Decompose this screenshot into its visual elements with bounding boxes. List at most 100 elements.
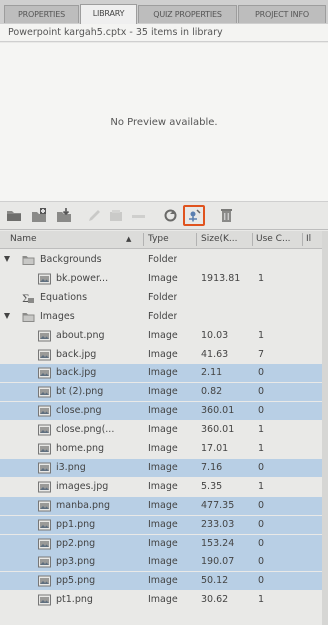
item-name: pp5.png <box>56 575 96 587</box>
item-size: 153.24 <box>201 537 235 549</box>
col-name-header[interactable]: Name <box>10 231 37 248</box>
library-item-row[interactable]: i3.png Image 7.16 0 <box>0 458 328 477</box>
item-size: 233.03 <box>201 518 235 530</box>
item-size: 50.12 <box>201 575 229 587</box>
col-date-header[interactable]: Il <box>306 231 311 248</box>
import-icon[interactable] <box>56 207 73 224</box>
folder-row[interactable]: Images Folder <box>0 308 328 326</box>
item-name: pp3.png <box>56 556 96 568</box>
item-size: 7.16 <box>201 461 223 473</box>
item-size: 10.03 <box>201 329 229 341</box>
image-file-icon <box>38 405 51 417</box>
library-item-row[interactable]: home.png Image 17.01 1 <box>0 440 328 458</box>
usage-icon[interactable] <box>186 207 203 224</box>
item-use-count: 0 <box>258 499 265 511</box>
item-name: bt (2).png <box>56 386 104 398</box>
library-item-row[interactable]: bt (2).png Image 0.82 0 <box>0 383 328 402</box>
item-size: 41.63 <box>201 348 229 360</box>
item-size: 0.82 <box>201 386 223 398</box>
library-item-row[interactable]: pp2.png Image 153.24 0 <box>0 534 328 553</box>
item-name: home.png <box>56 443 105 454</box>
item-use-count: 0 <box>258 386 265 398</box>
item-use-count: 0 <box>258 575 265 587</box>
item-use-count: 0 <box>258 556 265 568</box>
preview-message: No Preview available. <box>110 117 218 128</box>
library-item-row[interactable]: about.png Image 10.03 1 <box>0 327 328 345</box>
new-folder-icon[interactable] <box>31 207 48 224</box>
expand-arrow-icon[interactable] <box>4 312 10 319</box>
folder-icon: Σ <box>22 292 35 304</box>
library-item-row[interactable]: pt1.png Image 30.62 1 <box>0 591 328 609</box>
library-item-row[interactable]: back.jpg Image 2.11 0 <box>0 364 328 383</box>
library-item-row[interactable]: pp1.png Image 233.03 0 <box>0 515 328 534</box>
item-type: Folder <box>148 291 178 303</box>
item-name: images.jpg <box>56 480 109 492</box>
preview-pane: No Preview available. <box>0 43 328 201</box>
item-name: back.jpg <box>56 348 97 360</box>
item-type: Image <box>148 443 178 454</box>
library-item-row[interactable]: close.png(... Image 360.01 1 <box>0 421 328 439</box>
item-use-count: 1 <box>258 443 265 454</box>
item-name: about.png <box>56 329 105 341</box>
item-use-count: 0 <box>258 518 265 530</box>
item-name: Equations <box>40 291 88 303</box>
library-table-header: Name ▲ Type Size(K... Use C... Il <box>0 231 328 249</box>
image-file-icon <box>38 500 51 512</box>
edit-icon[interactable] <box>86 207 103 224</box>
item-size: 17.01 <box>201 443 229 454</box>
folder-row[interactable]: Σ Equations Folder <box>0 289 328 307</box>
item-size: 2.11 <box>201 367 223 379</box>
tab-quiz-properties[interactable]: QUIZ PROPERTIES <box>138 5 237 23</box>
item-type: Image <box>148 480 178 492</box>
item-type: Image <box>148 518 178 530</box>
item-name: pp1.png <box>56 518 96 530</box>
item-name: bk.power... <box>56 272 109 284</box>
item-use-count: 1 <box>258 424 265 436</box>
library-item-row[interactable]: close.png Image 360.01 0 <box>0 402 328 421</box>
library-item-row[interactable]: pp5.png Image 50.12 0 <box>0 572 328 591</box>
library-item-row[interactable]: pp3.png Image 190.07 0 <box>0 553 328 572</box>
library-item-row[interactable]: bk.power... Image 1913.81 1 <box>0 270 328 288</box>
item-use-count: 1 <box>258 594 265 606</box>
library-item-row[interactable]: back.jpg Image 41.63 7 <box>0 346 328 364</box>
library-toolbar <box>0 201 328 230</box>
link-icon[interactable] <box>130 207 147 224</box>
tab-project-info[interactable]: PROJECT INFO <box>238 5 326 23</box>
col-use-count-header[interactable]: Use C... <box>256 231 291 248</box>
tab-properties[interactable]: PROPERTIES <box>4 5 79 23</box>
expand-arrow-icon[interactable] <box>4 256 10 262</box>
item-type: Image <box>148 556 178 568</box>
folder-row[interactable]: Backgrounds Folder <box>0 251 328 269</box>
delete-icon[interactable] <box>218 207 235 224</box>
item-use-count: 1 <box>258 329 265 341</box>
library-item-row[interactable]: images.jpg Image 5.35 1 <box>0 478 328 496</box>
scrollbar[interactable] <box>322 231 328 625</box>
image-file-icon <box>38 556 51 568</box>
image-file-icon <box>38 443 51 455</box>
item-type: Image <box>148 594 178 606</box>
item-name: i3.png <box>56 461 86 473</box>
item-type: Folder <box>148 254 178 265</box>
library-item-list: Backgrounds Folder bk.power... Image 1913.81… <box>0 249 328 625</box>
col-size-header[interactable]: Size(K... <box>201 231 237 248</box>
edit-with-icon[interactable] <box>108 207 125 224</box>
item-use-count: 7 <box>258 348 265 360</box>
item-size: 477.35 <box>201 499 235 511</box>
library-path: Powerpoint kargah5.cptx - 35 items in li… <box>0 24 328 42</box>
item-type: Image <box>148 575 178 587</box>
item-type: Folder <box>148 310 178 322</box>
image-file-icon <box>38 424 51 436</box>
image-file-icon <box>38 519 51 531</box>
item-type: Image <box>148 499 178 511</box>
library-item-row[interactable]: manba.png Image 477.35 0 <box>0 496 328 515</box>
folder-icon <box>22 311 35 323</box>
item-name: Images <box>40 310 75 322</box>
col-type-header[interactable]: Type <box>148 231 169 248</box>
tab-library[interactable]: LIBRARY <box>80 4 137 24</box>
item-use-count: 0 <box>258 405 265 417</box>
image-file-icon <box>38 273 51 285</box>
update-icon[interactable] <box>162 207 179 224</box>
item-name: close.png <box>56 405 102 417</box>
open-library-icon[interactable] <box>6 207 23 224</box>
item-name: back.jpg <box>56 367 97 379</box>
